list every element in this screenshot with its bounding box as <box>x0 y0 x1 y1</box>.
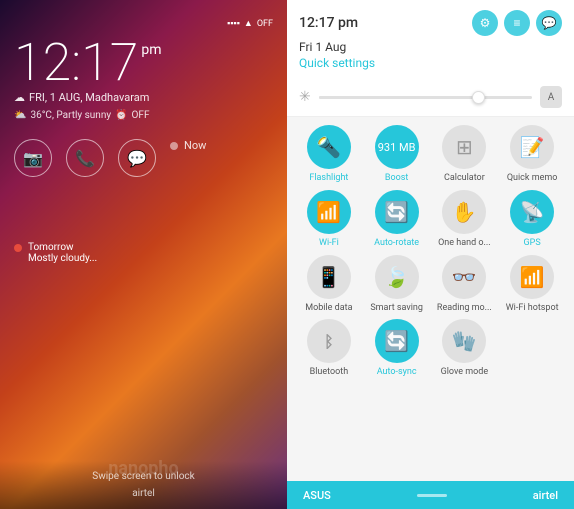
qs-quick-memo[interactable]: 📝 Quick memo <box>503 125 561 184</box>
brightness-icon: ✳ <box>299 89 311 105</box>
qs-quick-settings-label[interactable]: Quick settings <box>299 56 562 70</box>
mobile-data-label: Mobile data <box>305 303 352 314</box>
reading-mode-icon-circle: 👓 <box>442 255 486 299</box>
tomorrow-sub: Mostly cloudy... <box>28 253 97 264</box>
bluetooth-label: Bluetooth <box>310 367 349 378</box>
qs-auto-sync[interactable]: 🔄 Auto-sync <box>368 319 426 378</box>
brightness-thumb[interactable] <box>472 91 485 104</box>
qs-gps[interactable]: 📡 GPS <box>503 190 561 249</box>
qs-wifi-hotspot[interactable]: 📶 Wi-Fi hotspot <box>503 255 561 314</box>
lock-tomorrow-weather: Tomorrow Mostly cloudy... <box>14 242 273 264</box>
qs-grid: 🔦 Flashlight 931 MB Boost ⊞ Calculator 📝… <box>287 117 574 481</box>
qs-header-icons: ⚙ ≡ 💬 <box>472 10 562 36</box>
qs-calculator[interactable]: ⊞ Calculator <box>435 125 493 184</box>
lock-temp: 36°C, Partly sunny <box>30 110 111 121</box>
qs-date: Fri 1 Aug <box>299 40 562 54</box>
qs-row-1: 🔦 Flashlight 931 MB Boost ⊞ Calculator 📝… <box>295 125 566 184</box>
signal-icon: ▪▪▪▪ <box>227 18 240 29</box>
gps-icon-circle: 📡 <box>510 190 554 234</box>
phone-shortcut[interactable]: 📞 <box>66 139 104 177</box>
mobile-data-icon-circle: 📱 <box>307 255 351 299</box>
smart-saving-label: Smart saving <box>370 303 423 314</box>
calculator-label: Calculator <box>444 173 485 184</box>
settings-icon-btn[interactable]: ⚙ <box>472 10 498 36</box>
bottom-center-indicator <box>417 494 447 497</box>
lock-time-value: 12:17 <box>14 37 138 89</box>
qs-row-3: 📱 Mobile data 🍃 Smart saving 👓 Reading m… <box>295 255 566 314</box>
brightness-slider[interactable] <box>319 96 532 99</box>
boost-icon-circle: 931 MB <box>375 125 419 169</box>
auto-rotate-label: Auto-rotate <box>374 238 419 249</box>
qs-flashlight[interactable]: 🔦 Flashlight <box>300 125 358 184</box>
gps-label: GPS <box>524 238 541 249</box>
brightness-fill <box>319 96 479 99</box>
auto-rotate-icon-circle: 🔄 <box>375 190 419 234</box>
qs-one-hand[interactable]: ✋ One hand o... <box>435 190 493 249</box>
lock-weather: ⛅ 36°C, Partly sunny ⏰ OFF <box>14 110 273 121</box>
qs-reading-mode[interactable]: 👓 Reading mo... <box>435 255 493 314</box>
qs-boost[interactable]: 931 MB Boost <box>368 125 426 184</box>
quick-settings-panel: 12:17 pm ⚙ ≡ 💬 Fri 1 Aug Quick settings … <box>287 0 574 509</box>
qs-auto-rotate[interactable]: 🔄 Auto-rotate <box>368 190 426 249</box>
calculator-icon-circle: ⊞ <box>442 125 486 169</box>
wifi-label: Wi-Fi <box>319 238 339 249</box>
quick-memo-icon-circle: 📝 <box>510 125 554 169</box>
chat-icon-btn[interactable]: 💬 <box>536 10 562 36</box>
lock-time-display: 12:17 pm <box>14 37 273 89</box>
glove-mode-label: Glove mode <box>441 367 489 378</box>
bottom-asus-label: ASUS <box>303 489 331 502</box>
auto-sync-label: Auto-sync <box>377 367 417 378</box>
qs-bottom-bar: ASUS airtel <box>287 481 574 509</box>
messages-shortcut[interactable]: 💬 <box>118 139 156 177</box>
qs-smart-saving[interactable]: 🍃 Smart saving <box>368 255 426 314</box>
lock-date-value: FRI, 1 AUG, Madhavaram <box>29 91 149 104</box>
cloud-icon: ☁ <box>14 91 25 104</box>
alarm-icon: ⏰ <box>115 110 127 121</box>
flashlight-icon-circle: 🔦 <box>307 125 351 169</box>
tomorrow-dot <box>14 244 22 252</box>
camera-shortcut[interactable]: 📷 <box>14 139 52 177</box>
watermark: nanopho <box>108 458 178 479</box>
qs-header: 12:17 pm ⚙ ≡ 💬 Fri 1 Aug Quick settings <box>287 0 574 78</box>
qs-row-2: 📶 Wi-Fi 🔄 Auto-rotate ✋ One hand o... 📡 … <box>295 190 566 249</box>
qs-wifi[interactable]: 📶 Wi-Fi <box>300 190 358 249</box>
qs-status-bar: 12:17 pm ⚙ ≡ 💬 <box>299 10 562 36</box>
lock-app-shortcuts: 📷 📞 💬 Now <box>14 139 273 182</box>
lock-carrier: airtel <box>14 488 273 499</box>
lock-screen: ▪▪▪▪ ▲ OFF 12:17 pm ☁ FRI, 1 AUG, Madhav… <box>0 0 287 509</box>
flashlight-label: Flashlight <box>309 173 348 184</box>
brightness-auto-btn[interactable]: A <box>540 86 562 108</box>
one-hand-label: One hand o... <box>438 238 491 249</box>
weather-icon: ⛅ <box>14 110 26 121</box>
bottom-carrier-label: airtel <box>533 489 558 502</box>
wifi-hotspot-label: Wi-Fi hotspot <box>506 303 559 314</box>
glove-mode-icon-circle: 🧤 <box>442 319 486 363</box>
now-dot <box>170 142 178 150</box>
lock-status-bar: ▪▪▪▪ ▲ OFF <box>14 18 273 29</box>
wifi-hotspot-icon-circle: 📶 <box>510 255 554 299</box>
qs-glove-mode[interactable]: 🧤 Glove mode <box>435 319 493 378</box>
wifi-icon-circle: 📶 <box>307 190 351 234</box>
smart-saving-icon-circle: 🍃 <box>375 255 419 299</box>
notes-icon-btn[interactable]: ≡ <box>504 10 530 36</box>
bluetooth-icon-circle: ᛒ <box>307 319 351 363</box>
battery-text: OFF <box>257 19 273 29</box>
boost-label: Boost <box>385 173 408 184</box>
qs-row-4: ᛒ Bluetooth 🔄 Auto-sync 🧤 Glove mode <box>295 319 566 378</box>
quick-memo-label: Quick memo <box>507 173 558 184</box>
now-label: Now <box>184 139 206 152</box>
lock-date: ☁ FRI, 1 AUG, Madhavaram <box>14 91 273 104</box>
reading-mode-label: Reading mo... <box>437 303 492 314</box>
qs-bluetooth[interactable]: ᛒ Bluetooth <box>300 319 358 378</box>
qs-time: 12:17 pm <box>299 15 358 31</box>
qs-brightness-row: ✳ A <box>287 78 574 117</box>
one-hand-icon-circle: ✋ <box>442 190 486 234</box>
lock-ampm: pm <box>141 43 161 57</box>
alarm-status: OFF <box>132 110 150 121</box>
wifi-status-icon: ▲ <box>244 18 253 29</box>
qs-mobile-data[interactable]: 📱 Mobile data <box>300 255 358 314</box>
auto-sync-icon-circle: 🔄 <box>375 319 419 363</box>
tomorrow-label: Tomorrow <box>28 242 97 253</box>
lock-now-badge: Now <box>170 139 206 152</box>
